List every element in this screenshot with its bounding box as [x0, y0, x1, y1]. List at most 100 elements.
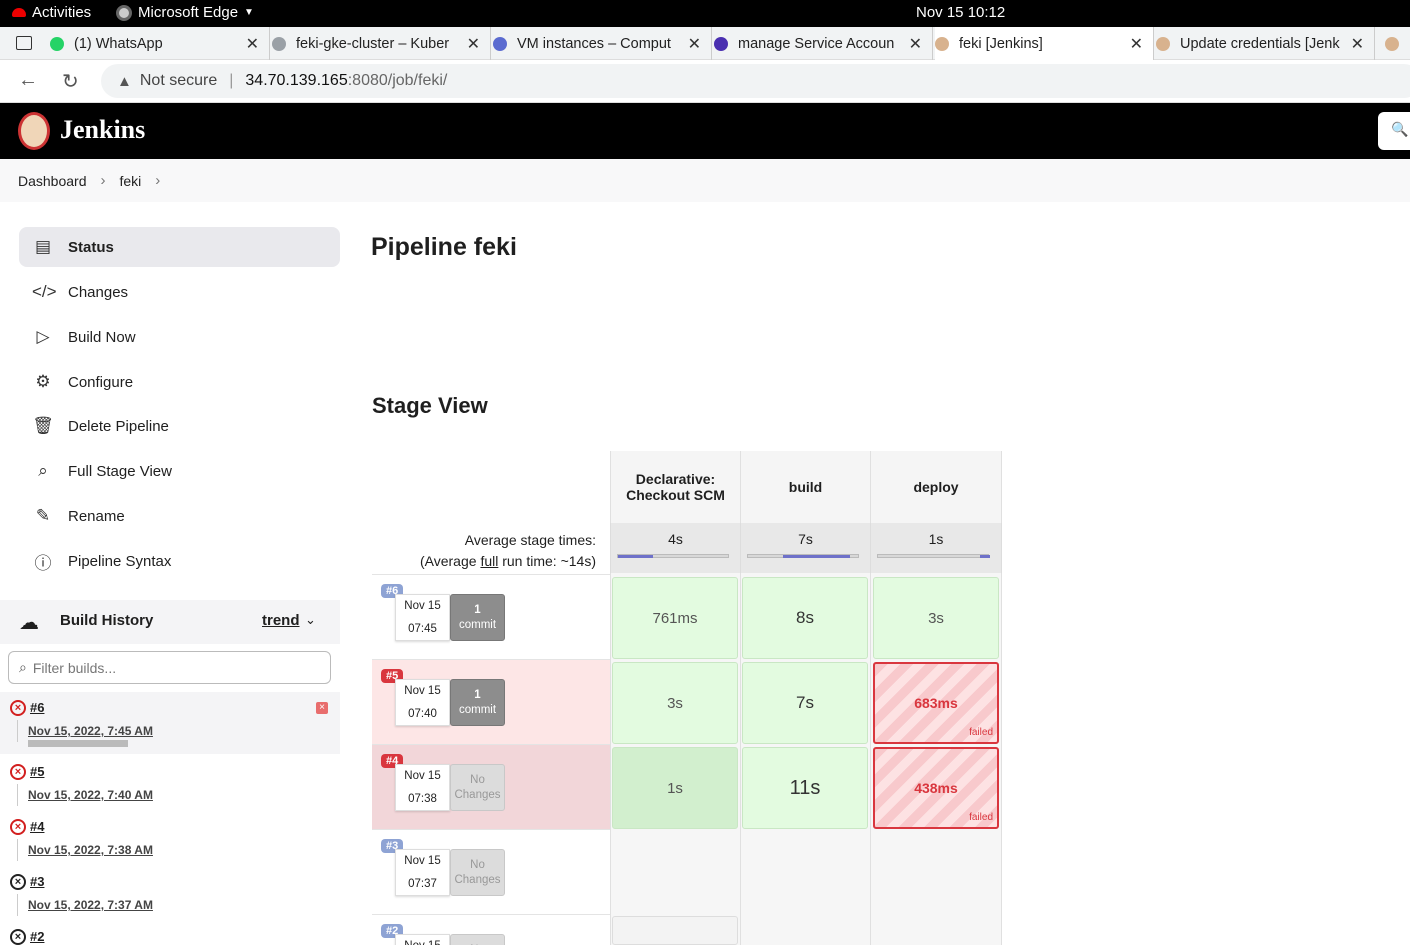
search-icon: 🔍 — [1391, 121, 1409, 137]
close-icon[interactable]: ✕ — [909, 34, 922, 54]
close-icon[interactable]: ✕ — [1130, 34, 1143, 54]
stage-cell[interactable]: 8s — [742, 577, 868, 659]
stage-cell[interactable]: 761ms — [612, 577, 738, 659]
tab-title: (1) WhatsApp — [74, 35, 163, 52]
stage-cell[interactable]: 1s — [612, 747, 738, 829]
url-host: 34.70.139.165 — [245, 72, 348, 89]
stage-cell[interactable]: 7s — [742, 662, 868, 744]
close-icon[interactable]: ✕ — [1351, 34, 1364, 54]
jenkins-logo[interactable] — [18, 112, 50, 150]
close-icon[interactable]: ✕ — [467, 34, 480, 54]
stage-duration: 438ms — [914, 780, 958, 796]
build-date[interactable]: Nov 15, 2022, 7:37 AM — [28, 898, 153, 912]
stage-header-deploy: deploy — [870, 451, 1002, 523]
build-row-5[interactable]: × #5 Nov 15, 2022, 7:40 AM — [0, 764, 340, 814]
sidebar-item-configure[interactable]: ⚙ Configure — [19, 362, 340, 402]
stage-cell[interactable]: 11s — [742, 747, 868, 829]
avg-time-bar-fill — [980, 555, 990, 558]
avg-time-value: 1s — [928, 531, 944, 547]
tab-actions-icon[interactable] — [16, 36, 32, 50]
run-date-box[interactable]: Nov 15 07:38 — [395, 764, 450, 811]
avg-time-checkout: 4s — [610, 523, 740, 573]
pencil-icon: ✎ — [35, 506, 51, 525]
changes-count: No — [470, 774, 485, 786]
chevron-right-icon[interactable]: › — [101, 172, 106, 189]
search-icon: ⌕ — [19, 659, 27, 675]
tab-gke-cluster[interactable]: feki-gke-cluster – Kuber ✕ — [272, 27, 491, 60]
close-icon[interactable]: ✕ — [688, 34, 701, 54]
chevron-down-icon[interactable]: ⌄ — [305, 612, 316, 628]
run-time: 07:37 — [408, 878, 437, 890]
sidebar-item-status[interactable]: ▤ Status — [19, 227, 340, 267]
search-icon: ⌕ — [38, 461, 48, 480]
run-date-box[interactable]: Nov 15 07:40 — [395, 679, 450, 726]
run-date-box[interactable]: Nov 15 07:37 — [395, 849, 450, 896]
trend-link[interactable]: trend — [262, 612, 300, 629]
reload-icon[interactable]: ↻ — [62, 69, 79, 94]
sidebar-item-build-now[interactable]: ▷ Build Now — [19, 317, 340, 357]
run-changes-box[interactable]: No Changes — [450, 764, 505, 811]
build-date[interactable]: Nov 15, 2022, 7:45 AM — [28, 724, 153, 738]
tab-service-accounts[interactable]: manage Service Accoun ✕ — [714, 27, 933, 60]
run-changes-box[interactable]: 1 commit — [450, 679, 505, 726]
build-row-6[interactable]: × #6 × Nov 15, 2022, 7:45 AM — [0, 692, 340, 754]
avg-label-line1: Average stage times: — [464, 532, 596, 548]
sidebar-item-pipeline-syntax[interactable]: ⓘ Pipeline Syntax — [19, 541, 340, 581]
run-date-box[interactable]: Nov 15 — [395, 934, 450, 945]
page-title: Pipeline feki — [371, 233, 517, 261]
build-row-2[interactable]: × #2 — [0, 929, 340, 945]
run-date: Nov 15 — [404, 600, 441, 612]
build-number[interactable]: #4 — [30, 819, 44, 834]
back-icon[interactable]: ← — [18, 69, 38, 92]
clock[interactable]: Nov 15 10:12 — [916, 4, 1005, 21]
stage-cell[interactable]: 3s — [873, 577, 999, 659]
build-number[interactable]: #5 — [30, 764, 44, 779]
tab-overflow[interactable] — [1377, 27, 1410, 60]
stage-cell[interactable] — [612, 916, 738, 945]
build-row-4[interactable]: × #4 Nov 15, 2022, 7:38 AM — [0, 819, 340, 869]
run-date: Nov 15 — [404, 770, 441, 782]
chevron-right-icon[interactable]: › — [155, 172, 160, 189]
stage-cell-failed[interactable]: 438ms failed — [873, 747, 999, 829]
build-number[interactable]: #2 — [30, 929, 44, 944]
warning-icon[interactable]: ▲ — [117, 73, 132, 90]
build-number[interactable]: #3 — [30, 874, 44, 889]
filter-builds-input[interactable]: ⌕ Filter builds... — [8, 651, 331, 684]
stage-cell[interactable]: 3s — [612, 662, 738, 744]
system-top-bar: Activities Microsoft Edge ▼ Nov 15 10:12 — [0, 0, 1410, 27]
build-date[interactable]: Nov 15, 2022, 7:38 AM — [28, 843, 153, 857]
tab-whatsapp[interactable]: (1) WhatsApp ✕ — [50, 27, 270, 60]
run-changes-box[interactable]: No Changes — [450, 849, 505, 896]
sidebar-item-changes[interactable]: </> Changes — [19, 272, 340, 312]
activities-button[interactable]: Activities — [12, 4, 91, 21]
close-icon[interactable]: ✕ — [246, 34, 259, 54]
sidebar-item-delete-pipeline[interactable]: 🗑 Delete Pipeline — [19, 406, 340, 446]
sidebar-item-rename[interactable]: ✎ Rename — [19, 496, 340, 536]
run-changes-box[interactable]: 1 commit — [450, 594, 505, 641]
run-date-box[interactable]: Nov 15 07:45 — [395, 594, 450, 641]
run-changes-box[interactable]: No — [450, 934, 505, 945]
search-button[interactable]: 🔍 — [1378, 112, 1410, 150]
edge-icon — [116, 4, 132, 21]
changes-label: commit — [458, 619, 497, 631]
build-date[interactable]: Nov 15, 2022, 7:40 AM — [28, 788, 153, 802]
sidebar-item-full-stage-view[interactable]: ⌕ Full Stage View — [19, 451, 340, 491]
jenkins-title[interactable]: Jenkins — [60, 115, 145, 145]
build-row-3[interactable]: × #3 Nov 15, 2022, 7:37 AM — [0, 874, 340, 924]
build-number[interactable]: #6 — [30, 700, 44, 715]
breadcrumb-dashboard[interactable]: Dashboard — [18, 173, 87, 189]
tab-vm-instances[interactable]: VM instances – Comput ✕ — [493, 27, 712, 60]
tab-feki-jenkins[interactable]: feki [Jenkins] ✕ — [935, 27, 1154, 60]
full-run-link[interactable]: full — [480, 553, 498, 569]
stage-cell-failed[interactable]: 683ms failed — [873, 662, 999, 744]
breadcrumb: Dashboard › feki › — [0, 159, 1410, 202]
run-row-5: #5 Nov 15 07:40 1 commit — [372, 659, 610, 744]
cancel-build-icon[interactable]: × — [316, 702, 328, 714]
tab-strip: (1) WhatsApp ✕ feki-gke-cluster – Kuber … — [0, 27, 1410, 60]
changes-label: Changes — [454, 789, 501, 801]
breadcrumb-feki[interactable]: feki — [120, 173, 142, 189]
tab-update-credentials[interactable]: Update credentials [Jenk ✕ — [1156, 27, 1375, 60]
url-field[interactable]: ▲ Not secure | 34.70.139.165 :8080/job/f… — [101, 64, 1410, 98]
stage-name: deploy — [913, 479, 959, 495]
app-menu[interactable]: Microsoft Edge ▼ — [116, 4, 254, 21]
